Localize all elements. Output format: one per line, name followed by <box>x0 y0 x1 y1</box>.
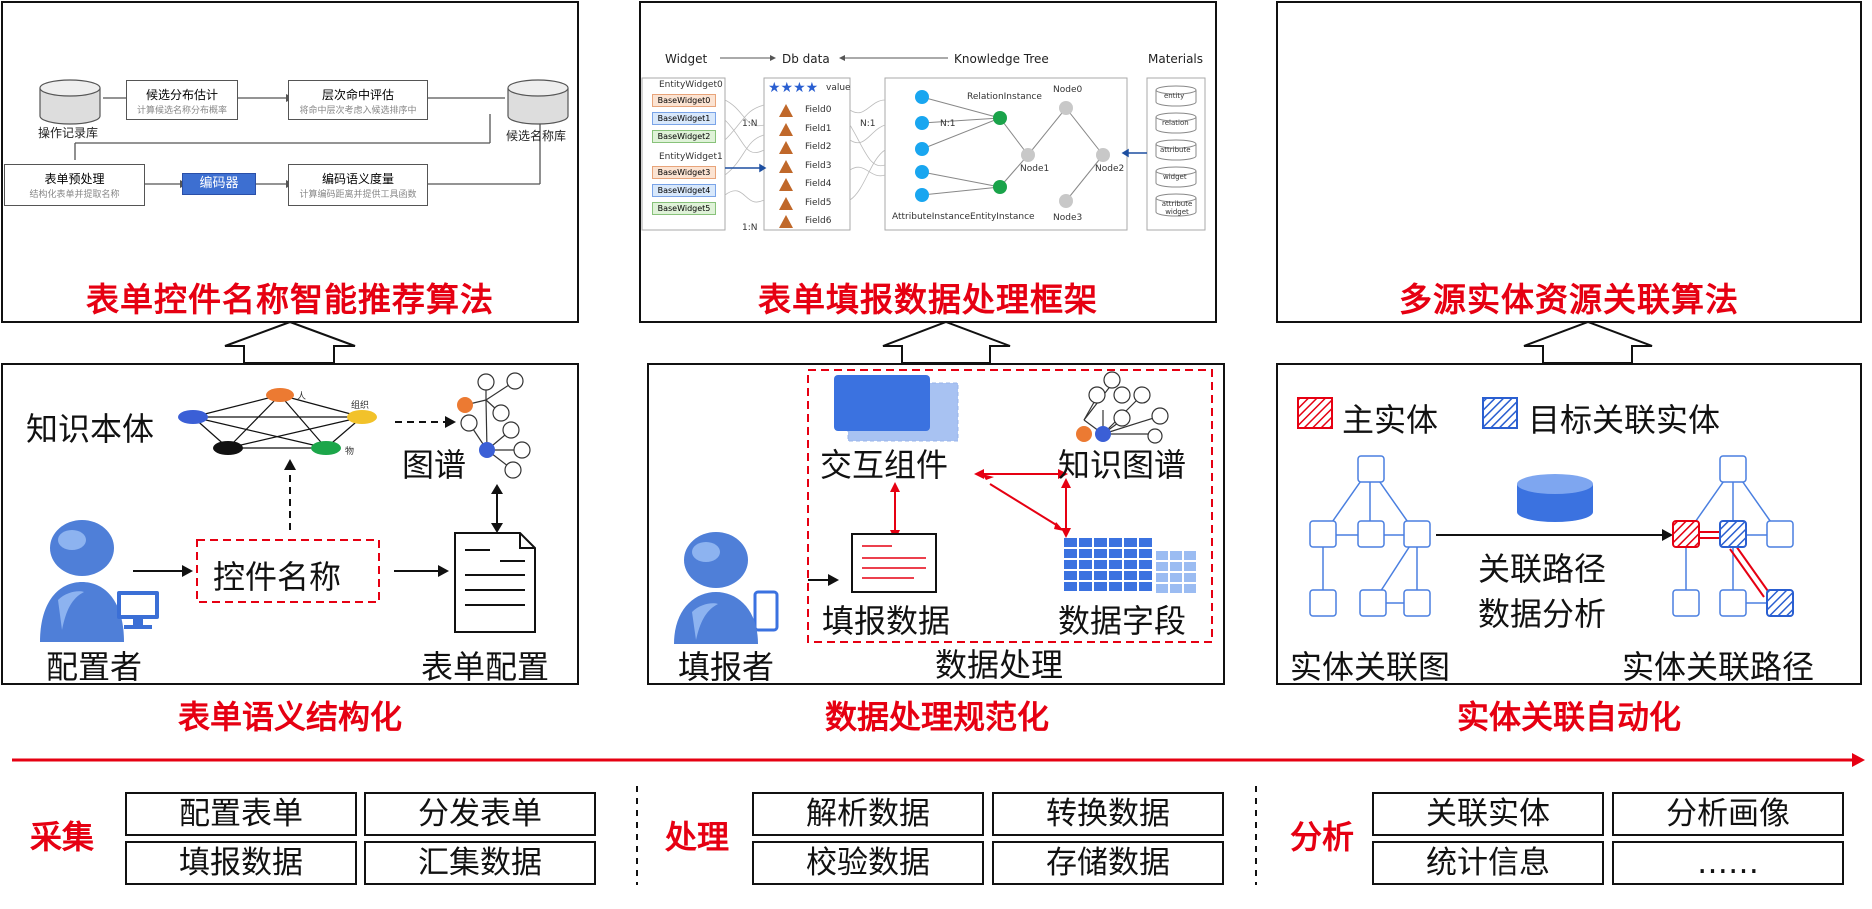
stage-collect-item-1: 配置表单 <box>125 792 357 836</box>
stage-process: 处理 <box>665 818 730 856</box>
stage-analyze-item-1: 关联实体 <box>1372 792 1604 836</box>
stage-collect-item-2: 分发表单 <box>364 792 596 836</box>
stage-process-item-4: 存储数据 <box>992 841 1224 885</box>
stage-collect-item-4: 汇集数据 <box>364 841 596 885</box>
stage-process-item-1: 解析数据 <box>752 792 984 836</box>
stage-collect: 采集 <box>30 818 95 856</box>
stage-process-item-3: 校验数据 <box>752 841 984 885</box>
stage-analyze: 分析 <box>1290 818 1355 856</box>
stage-analyze-item-4: …… <box>1612 841 1844 885</box>
stage-analyze-item-3: 统计信息 <box>1372 841 1604 885</box>
stage-analyze-item-2: 分析画像 <box>1612 792 1844 836</box>
timeline-arrow <box>12 753 1865 885</box>
stage-collect-item-3: 填报数据 <box>125 841 357 885</box>
stage-process-item-2: 转换数据 <box>992 792 1224 836</box>
